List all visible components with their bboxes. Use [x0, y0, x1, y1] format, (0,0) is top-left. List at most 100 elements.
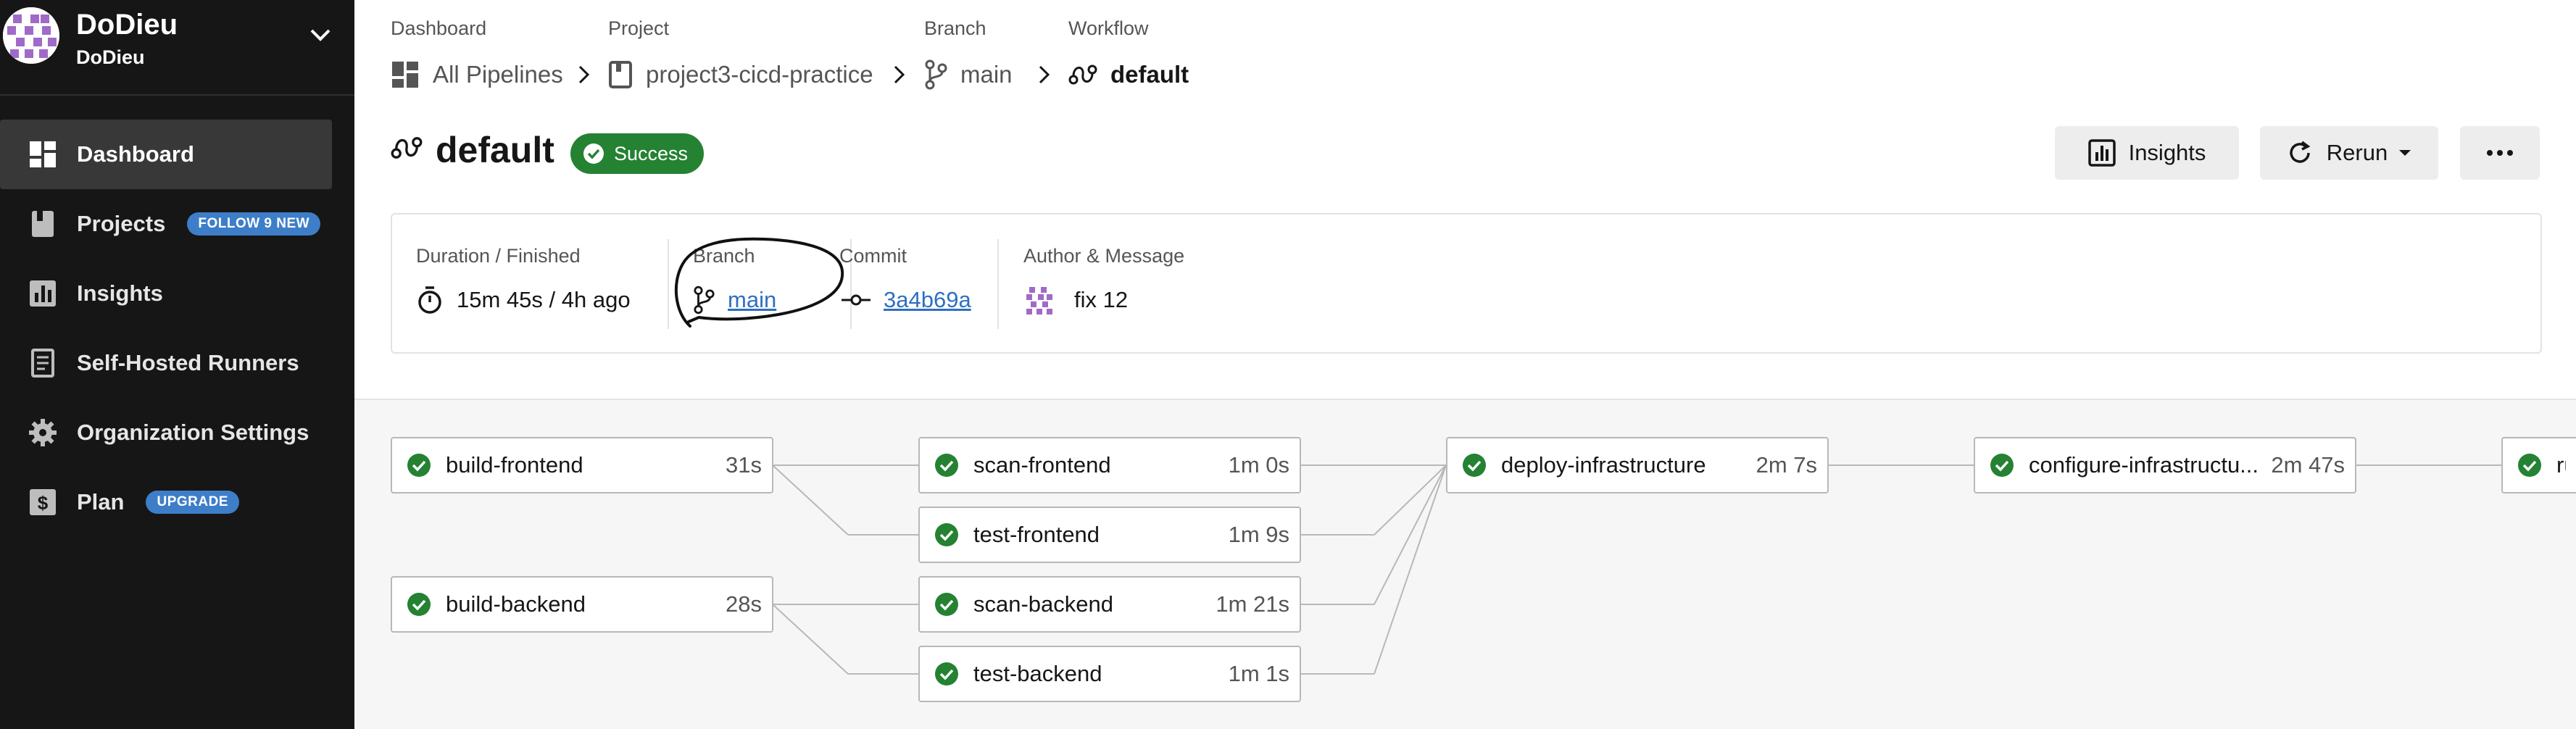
breadcrumb-label: project3-cicd-practice: [646, 61, 873, 88]
breadcrumb-label: main: [960, 61, 1013, 88]
job-run-partial[interactable]: ru: [2501, 437, 2576, 493]
chevron-right-icon: [894, 65, 905, 84]
breadcrumb-branch[interactable]: main: [924, 58, 1013, 91]
job-test-frontend[interactable]: test-frontend 1m 9s: [918, 507, 1301, 563]
job-name: test-frontend: [973, 522, 1100, 547]
chevron-right-icon: [578, 65, 590, 84]
check-circle-icon: [407, 454, 431, 477]
dollar-icon: $: [28, 487, 58, 517]
check-circle-icon: [1463, 454, 1486, 477]
status-label: Success: [614, 142, 689, 164]
duration-value: 15m 45s / 4h ago: [416, 286, 631, 314]
more-icon: [2487, 150, 2513, 156]
sidebar-item-label: Insights: [77, 280, 163, 306]
sidebar-item-org-settings[interactable]: Organization Settings: [0, 398, 332, 467]
page-title: default: [436, 130, 554, 170]
breadcrumb-label: default: [1110, 61, 1189, 88]
check-circle-icon: [935, 523, 958, 546]
status-badge: Success: [570, 133, 705, 174]
job-duration: 1m 21s: [1216, 591, 1289, 617]
upgrade-badge[interactable]: UPGRADE: [146, 491, 239, 514]
sidebar-item-label: Plan: [77, 489, 125, 515]
job-build-backend[interactable]: build-backend 28s: [391, 576, 773, 633]
job-duration: 2m 7s: [1756, 452, 1817, 478]
refresh-icon: [2290, 141, 2311, 163]
check-circle-icon: [935, 454, 958, 477]
job-name: scan-backend: [973, 591, 1114, 617]
sidebar-item-label: Self-Hosted Runners: [77, 350, 299, 375]
sidebar-item-dashboard[interactable]: Dashboard: [0, 120, 332, 189]
job-deploy-infrastructure[interactable]: deploy-infrastructure 2m 7s: [1446, 437, 1829, 493]
duration-caption: Duration / Finished: [416, 245, 581, 267]
dashboard-icon: [28, 139, 58, 170]
check-circle-icon: [935, 593, 958, 616]
commit-message: fix 12: [1074, 287, 1129, 312]
duration-text: 15m 45s / 4h ago: [457, 287, 631, 312]
author-caption: Author & Message: [1023, 245, 1185, 267]
job-scan-frontend[interactable]: scan-frontend 1m 0s: [918, 437, 1301, 493]
job-duration: 28s: [726, 591, 762, 617]
breadcrumb-all-pipelines[interactable]: All Pipelines: [391, 58, 563, 91]
runner-icon: [28, 348, 58, 378]
rerun-button-label: Rerun: [2326, 140, 2388, 165]
job-name: build-backend: [446, 591, 586, 617]
grid-icon: [392, 62, 418, 88]
job-name: build-frontend: [446, 452, 583, 478]
sidebar-item-projects[interactable]: Projects FOLLOW 9 NEW: [0, 189, 332, 259]
sidebar-item-runners[interactable]: Self-Hosted Runners: [0, 328, 332, 398]
job-duration: 1m 1s: [1228, 661, 1289, 686]
org-name: DoDieu: [76, 9, 178, 41]
org-switcher[interactable]: DoDieu DoDieu: [0, 0, 354, 96]
insights-button-label: Insights: [2128, 140, 2206, 165]
job-configure-infrastructure[interactable]: configure-infrastructu... 2m 47s: [1974, 437, 2356, 493]
chevron-down-icon[interactable]: [307, 26, 333, 43]
breadcrumb-label: All Pipelines: [433, 61, 563, 88]
job-duration: 2m 47s: [2271, 452, 2345, 478]
book-icon: [609, 61, 632, 88]
job-duration: 31s: [726, 452, 762, 478]
job-name: configure-infrastructu...: [2029, 452, 2259, 478]
chevron-right-icon: [1039, 65, 1050, 84]
job-name: test-backend: [973, 661, 1102, 686]
insights-button[interactable]: Insights: [2055, 126, 2239, 180]
bar-chart-icon: [2087, 139, 2116, 167]
rerun-button[interactable]: Rerun: [2260, 126, 2438, 180]
breadcrumb-project[interactable]: project3-cicd-practice: [608, 58, 873, 91]
sidebar-item-insights[interactable]: Insights: [0, 259, 332, 328]
org-avatar: [3, 7, 59, 64]
job-build-frontend[interactable]: build-frontend 31s: [391, 437, 773, 493]
check-circle-icon: [583, 143, 604, 164]
job-test-backend[interactable]: test-backend 1m 1s: [918, 646, 1301, 702]
org-subtitle: DoDieu: [76, 46, 145, 68]
sidebar-item-plan[interactable]: $ Plan UPGRADE: [0, 467, 332, 537]
job-duration: 1m 0s: [1228, 452, 1289, 478]
divider: [997, 239, 999, 329]
svg-text:$: $: [38, 492, 49, 514]
gear-icon: [28, 417, 58, 448]
sidebar-item-label: Dashboard: [77, 141, 194, 167]
caret-down-icon: [2399, 150, 2411, 156]
sidebar-item-label: Projects: [77, 211, 166, 236]
workflow-header: Dashboard Project Branch Workflow All Pi…: [354, 0, 2576, 400]
breadcrumb-workflow[interactable]: default: [1068, 58, 1189, 91]
breadcrumb-caption: Branch: [924, 17, 986, 39]
workflow-icon: [1068, 64, 1097, 85]
avatar: [1026, 287, 1052, 314]
job-duration: 1m 9s: [1228, 522, 1289, 547]
follow-badge[interactable]: FOLLOW 9 NEW: [187, 212, 321, 236]
check-circle-icon: [935, 662, 958, 686]
more-options-button[interactable]: [2460, 126, 2540, 180]
breadcrumb-caption: Dashboard: [391, 17, 487, 39]
breadcrumb-caption: Project: [608, 17, 670, 39]
job-name: scan-frontend: [973, 452, 1111, 478]
commit-link[interactable]: 3a4b69a: [884, 287, 971, 313]
author-value: fix 12: [1023, 286, 1128, 314]
branch-icon: [925, 59, 947, 90]
sidebar: DoDieu DoDieu Dashboard Projects FOLLOW …: [0, 0, 354, 729]
stopwatch-icon: [418, 286, 441, 314]
job-name: deploy-infrastructure: [1501, 452, 1706, 478]
pipeline-graph: build-frontend 31s build-backend 28s sca…: [354, 401, 2576, 729]
job-scan-backend[interactable]: scan-backend 1m 21s: [918, 576, 1301, 633]
annotation-circle: [674, 237, 844, 328]
commit-value[interactable]: 3a4b69a: [842, 286, 971, 314]
